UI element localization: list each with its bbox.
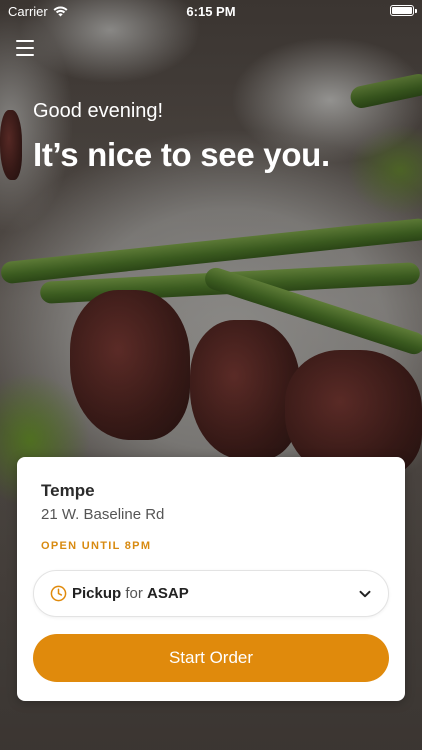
location-card: Tempe 21 W. Baseline Rd OPEN UNTIL 8PM P… [17, 457, 405, 701]
greeting-text: Good evening! [33, 100, 164, 122]
page-title: It’s nice to see you. [33, 136, 330, 173]
status-time: 6:15 PM [186, 3, 236, 19]
start-order-button[interactable]: Start Order [33, 634, 389, 682]
pickup-connector: for [125, 585, 143, 602]
chevron-down-icon [359, 590, 371, 597]
store-name: Tempe [41, 481, 95, 500]
status-bar: Carrier 6:15 PM [0, 0, 422, 22]
store-address: 21 W. Baseline Rd [41, 506, 165, 523]
pickup-summary: Pickup for ASAP [72, 585, 358, 602]
store-hours-badge: OPEN UNTIL 8PM [41, 540, 152, 552]
pickup-time-select[interactable]: Pickup for ASAP [33, 570, 389, 617]
pickup-mode: Pickup [72, 585, 122, 602]
pickup-time: ASAP [147, 585, 189, 602]
clock-icon [50, 585, 67, 602]
battery-icon [390, 5, 417, 16]
hamburger-menu-icon[interactable] [16, 40, 34, 56]
wifi-icon [53, 6, 68, 16]
carrier-label: Carrier [8, 3, 48, 19]
